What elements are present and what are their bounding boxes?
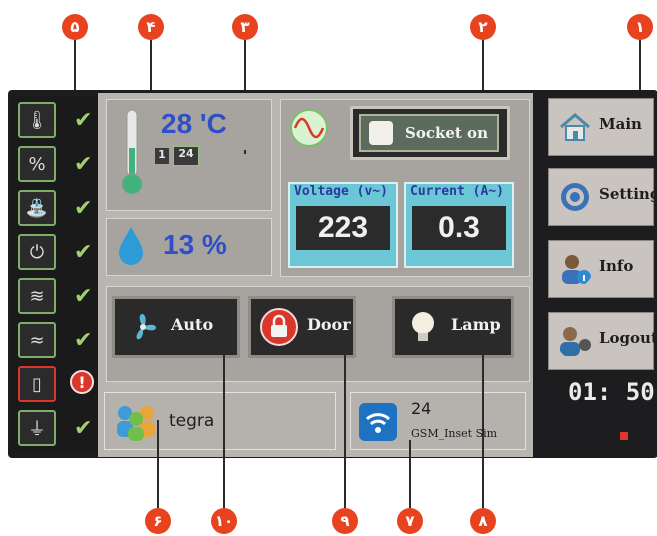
- voltage-title: Voltage (v~): [294, 184, 388, 199]
- setting-button-label: Setting: [599, 185, 657, 203]
- callout-marker-4: ۴: [138, 14, 164, 40]
- humidity-icon: %: [18, 146, 56, 182]
- thermometer-gauge-icon: [121, 109, 143, 195]
- light-bulb-icon: [412, 312, 434, 341]
- main-button[interactable]: Main: [548, 98, 654, 156]
- sensor-row-power[interactable]: ⏻ ✔: [14, 232, 96, 272]
- callout-marker-9: ٩: [332, 508, 358, 534]
- leader-line: [409, 440, 411, 508]
- callout-marker-3: ٣: [232, 14, 258, 40]
- humidity-panel: 13 %: [106, 218, 272, 276]
- auto-button-label: Auto: [171, 315, 214, 334]
- current-value: 0.3: [412, 206, 506, 250]
- leader-line: [482, 330, 484, 508]
- users-group-icon: [117, 406, 155, 441]
- sensor-row-door[interactable]: ▯ !: [14, 364, 96, 404]
- clock-display: 01: 50: [568, 378, 655, 406]
- callout-marker-5: ۵: [62, 14, 88, 40]
- callout-marker-10: ١٠: [211, 508, 237, 534]
- home-icon: [560, 113, 590, 141]
- sensor-row-water[interactable]: ⛲ ✔: [14, 188, 96, 228]
- check-icon: ✔: [74, 240, 93, 265]
- fan-icon: [124, 308, 162, 346]
- temperature-panel: 28 'C 1 24: [106, 99, 272, 211]
- thermometer-icon: 🌡: [18, 102, 56, 138]
- gear-icon: [561, 183, 589, 211]
- gsm-signal-value: 24: [411, 399, 432, 418]
- callout-marker-8: ٨: [470, 508, 496, 534]
- gas-burner-icon: ≋: [18, 278, 56, 314]
- door-lock-button[interactable]: Door: [248, 296, 356, 358]
- sensor-row-ground[interactable]: ⏚ ✔: [14, 408, 96, 448]
- socket-toggle-button[interactable]: Socket on: [350, 106, 510, 160]
- callout-marker-1: ١: [627, 14, 653, 40]
- water-drop-icon: [119, 227, 143, 265]
- temperature-value: 28 'C: [161, 108, 227, 139]
- user-info-icon: [562, 255, 591, 284]
- user-name: tegra: [169, 411, 215, 431]
- ground-icon: ⏚: [18, 410, 56, 446]
- sine-wave-icon: [290, 109, 328, 147]
- check-icon: ✔: [74, 152, 93, 177]
- wifi-signal-icon: [359, 403, 397, 441]
- setting-button[interactable]: Setting: [548, 168, 657, 226]
- power-plug-icon: ⏻: [18, 234, 56, 270]
- check-icon: ✔: [74, 328, 93, 353]
- sensor-row-gas[interactable]: ≋ ✔: [14, 276, 96, 316]
- check-icon: ✔: [74, 284, 93, 309]
- logout-button-label: Logout: [599, 329, 657, 347]
- callout-marker-6: ۶: [145, 508, 171, 534]
- temperature-sub-label: 1: [155, 148, 169, 164]
- logout-icon: [560, 327, 591, 356]
- info-button[interactable]: Info: [548, 240, 654, 298]
- vibration-icon: ≈: [18, 322, 56, 358]
- leader-line: [223, 330, 225, 508]
- lamp-button-label: Lamp: [451, 315, 501, 334]
- alert-icon: !: [70, 370, 94, 394]
- faucet-icon: ⛲: [18, 190, 56, 226]
- check-icon: ✔: [74, 416, 93, 441]
- door-sensor-icon: ▯: [18, 366, 56, 402]
- leader-line: [244, 150, 246, 154]
- sensor-row-vibration[interactable]: ≈ ✔: [14, 320, 96, 360]
- current-title: Current (A~): [410, 184, 504, 199]
- logout-button[interactable]: Logout: [548, 312, 657, 370]
- leader-line: [74, 40, 76, 96]
- sensor-sidebar: 🌡 ✔ % ✔ ⛲ ✔ ⏻ ✔ ≋ ✔ ≈ ✔ ▯ ! ⏚ ✔: [10, 96, 98, 452]
- leader-line: [157, 420, 159, 508]
- socket-outlet-icon: [369, 121, 393, 145]
- check-icon: ✔: [74, 108, 93, 133]
- callout-marker-7: ٧: [397, 508, 423, 534]
- gsm-label: GSM_Inset Sim: [411, 427, 498, 440]
- lamp-button[interactable]: Lamp: [392, 296, 514, 358]
- voltage-meter: Voltage (v~) 223: [288, 182, 398, 268]
- current-meter: Current (A~) 0.3: [404, 182, 514, 268]
- sensor-row-humidity[interactable]: % ✔: [14, 144, 96, 184]
- sensor-row-temperature[interactable]: 🌡 ✔: [14, 100, 96, 140]
- auto-fan-button[interactable]: Auto: [112, 296, 240, 358]
- main-button-label: Main: [599, 115, 642, 133]
- lock-icon: [260, 308, 298, 346]
- temperature-setpoint: 24: [173, 146, 199, 166]
- humidity-value: 13 %: [163, 229, 227, 260]
- user-box[interactable]: tegra: [104, 392, 336, 450]
- check-icon: ✔: [74, 196, 93, 221]
- callout-marker-2: ٢: [470, 14, 496, 40]
- recording-indicator: [620, 432, 628, 440]
- gsm-status-box: 24 GSM_Inset Sim: [350, 392, 526, 450]
- voltage-value: 223: [296, 206, 390, 250]
- leader-line: [344, 330, 346, 508]
- socket-button-label: Socket on: [405, 124, 488, 142]
- info-button-label: Info: [599, 257, 634, 275]
